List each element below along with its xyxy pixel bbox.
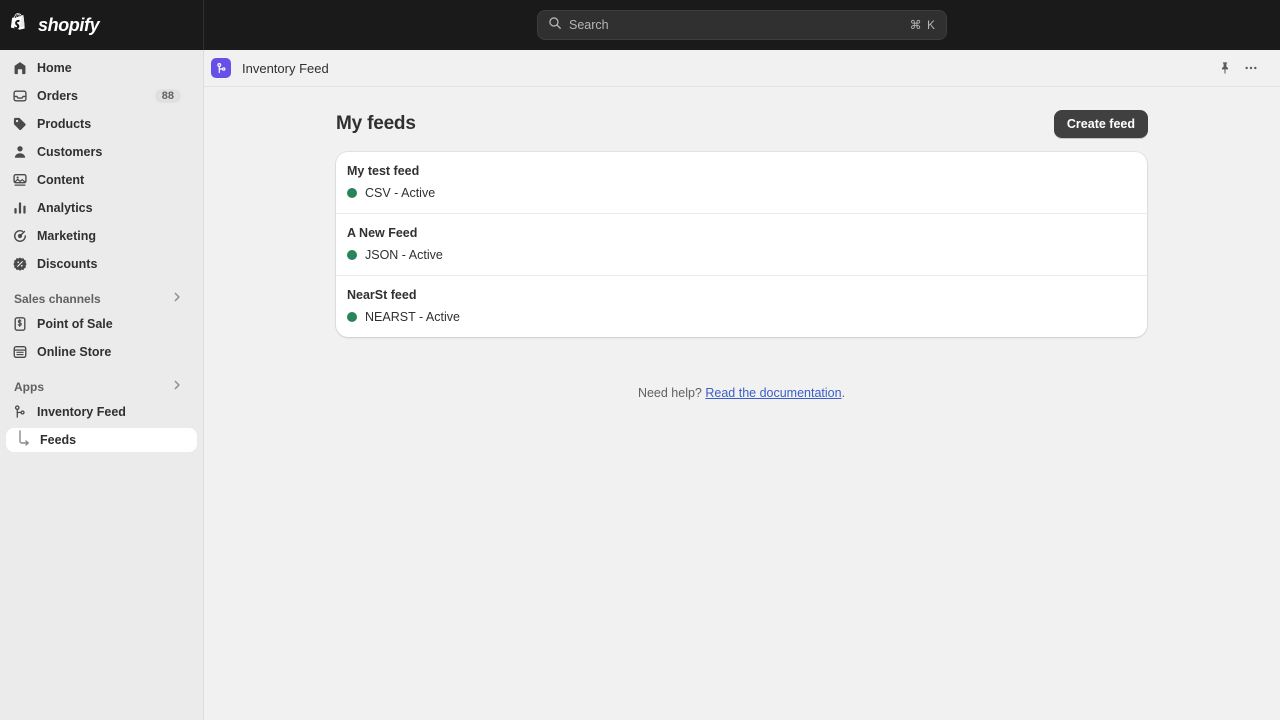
sidebar-item-label: Analytics (37, 201, 197, 215)
sidebar-section-label: Apps (14, 380, 171, 394)
sidebar-item-label: Customers (37, 145, 197, 159)
feed-name: My test feed (347, 164, 1136, 178)
sidebar-item-products[interactable]: Products (6, 112, 197, 136)
pin-icon[interactable] (1212, 55, 1238, 81)
status-dot-icon (347, 312, 357, 322)
search-input[interactable]: Search ⌘ K (537, 10, 947, 40)
sidebar-item-online-store[interactable]: Online Store (6, 340, 197, 364)
orders-count-badge: 88 (155, 89, 181, 103)
sidebar-item-label: Point of Sale (37, 317, 197, 331)
sidebar-item-label: Inventory Feed (37, 405, 197, 419)
documentation-link[interactable]: Read the documentation (705, 386, 841, 400)
sidebar: Home Orders 88 Products Customers Conten… (0, 50, 204, 720)
shopify-bag-icon (10, 13, 32, 37)
sidebar-item-content[interactable]: Content (6, 168, 197, 192)
products-tag-icon (12, 116, 28, 132)
help-suffix: . (842, 386, 845, 400)
content-image-icon (12, 172, 28, 188)
sidebar-item-customers[interactable]: Customers (6, 140, 197, 164)
shopify-brand[interactable]: shopify (0, 0, 204, 50)
sidebar-item-label: Feeds (40, 433, 197, 447)
shopify-wordmark: shopify (38, 15, 99, 36)
sidebar-section-label: Sales channels (14, 292, 171, 306)
status-badge: NEARST - Active (365, 310, 460, 324)
list-item[interactable]: My test feed CSV - Active (336, 152, 1147, 213)
search-area: Search ⌘ K (204, 0, 1280, 50)
status-badge: JSON - Active (365, 248, 443, 262)
online-store-icon (12, 344, 28, 360)
feed-name: NearSt feed (347, 288, 1136, 302)
main-content: My feeds Create feed My test feed CSV - … (204, 87, 1280, 720)
create-feed-button[interactable]: Create feed (1054, 110, 1148, 138)
top-bar: shopify Search ⌘ K (0, 0, 1280, 50)
sidebar-item-label: Products (37, 117, 197, 131)
discounts-gear-icon (12, 256, 28, 272)
list-item[interactable]: NearSt feed NEARST - Active (336, 275, 1147, 337)
status-dot-icon (347, 250, 357, 260)
sidebar-item-label: Content (37, 173, 197, 187)
feeds-card: My test feed CSV - Active A New Feed JSO… (336, 152, 1147, 337)
point-of-sale-icon (12, 316, 28, 332)
orders-inbox-icon (12, 88, 28, 104)
help-text: Need help? Read the documentation. (336, 386, 1147, 400)
list-item[interactable]: A New Feed JSON - Active (336, 213, 1147, 275)
sidebar-item-label: Online Store (37, 345, 197, 359)
help-prefix: Need help? (638, 386, 705, 400)
app-bar: Inventory Feed (204, 50, 1280, 87)
sidebar-item-label: Discounts (37, 257, 197, 271)
sidebar-item-feeds[interactable]: Feeds (6, 428, 197, 452)
customers-person-icon (12, 144, 28, 160)
status-dot-icon (347, 188, 357, 198)
search-icon (548, 16, 562, 35)
more-options-icon[interactable] (1238, 55, 1264, 81)
sidebar-item-home[interactable]: Home (6, 56, 197, 80)
marketing-target-icon (12, 228, 28, 244)
app-bar-title: Inventory Feed (242, 61, 1212, 76)
page-title: My feeds (336, 113, 1054, 135)
page-header: My feeds Create feed (336, 106, 1148, 142)
sidebar-section-apps[interactable]: Apps (6, 376, 197, 398)
feed-status: JSON - Active (347, 248, 1136, 262)
sidebar-item-analytics[interactable]: Analytics (6, 196, 197, 220)
inventory-feed-node-icon (12, 404, 28, 420)
sidebar-item-discounts[interactable]: Discounts (6, 252, 197, 276)
sidebar-item-inventory-feed[interactable]: Inventory Feed (6, 400, 197, 424)
chevron-right-icon (171, 290, 197, 308)
sidebar-item-marketing[interactable]: Marketing (6, 224, 197, 248)
sidebar-item-orders[interactable]: Orders 88 (6, 84, 197, 108)
elbow-arrow-icon (12, 430, 34, 450)
search-shortcut-hint: ⌘ K (910, 18, 936, 32)
analytics-bars-icon (12, 200, 28, 216)
inventory-feed-app-icon (211, 58, 231, 78)
sidebar-item-label: Home (37, 61, 197, 75)
feed-status: NEARST - Active (347, 310, 1136, 324)
feed-name: A New Feed (347, 226, 1136, 240)
sidebar-item-point-of-sale[interactable]: Point of Sale (6, 312, 197, 336)
chevron-right-icon (171, 378, 197, 396)
sidebar-item-label: Orders (37, 89, 146, 103)
status-badge: CSV - Active (365, 186, 435, 200)
feed-status: CSV - Active (347, 186, 1136, 200)
home-icon (12, 60, 28, 76)
sidebar-item-label: Marketing (37, 229, 197, 243)
sidebar-section-sales-channels[interactable]: Sales channels (6, 288, 197, 310)
search-placeholder: Search (569, 18, 903, 32)
